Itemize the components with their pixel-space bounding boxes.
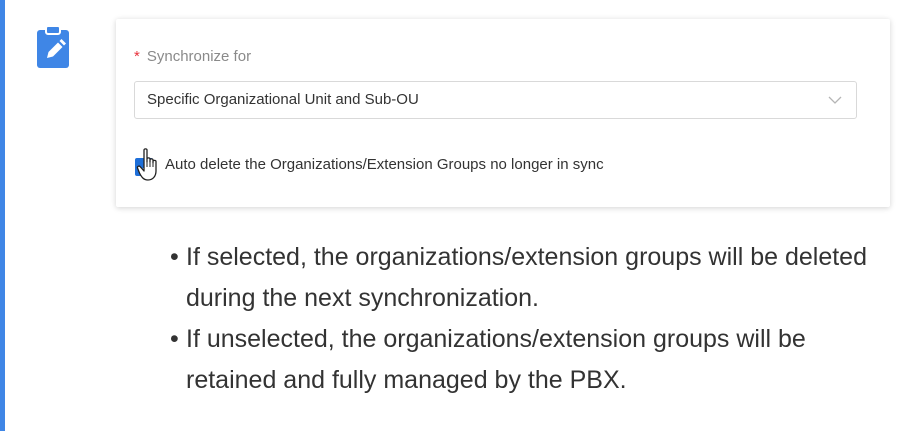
note-item: • If selected, the organizations/extensi…	[170, 237, 886, 319]
synchronize-for-label: * Synchronize for	[134, 48, 251, 65]
note-item: • If unselected, the organizations/exten…	[170, 319, 886, 401]
synchronize-for-select[interactable]: Specific Organizational Unit and Sub-OU	[134, 81, 857, 119]
bullet-mark: •	[170, 243, 179, 271]
bullet-mark: •	[170, 325, 179, 353]
note-text: If unselected, the organizations/extensi…	[186, 325, 806, 394]
edit-note-icon	[37, 25, 69, 68]
hand-pointer-cursor-icon	[136, 148, 157, 181]
required-mark: *	[134, 48, 140, 65]
synchronize-for-value: Specific Organizational Unit and Sub-OU	[147, 91, 419, 108]
notes-list: • If selected, the organizations/extensi…	[170, 237, 886, 401]
chevron-down-icon	[828, 96, 842, 104]
settings-card: * Synchronize for Specific Organizational…	[116, 19, 890, 207]
synchronize-for-label-text: Synchronize for	[146, 48, 252, 65]
note-accent-bar	[0, 0, 5, 431]
auto-delete-label[interactable]: Auto delete the Organizations/Extension …	[165, 156, 604, 173]
note-text: If selected, the organizations/extension…	[186, 243, 867, 312]
